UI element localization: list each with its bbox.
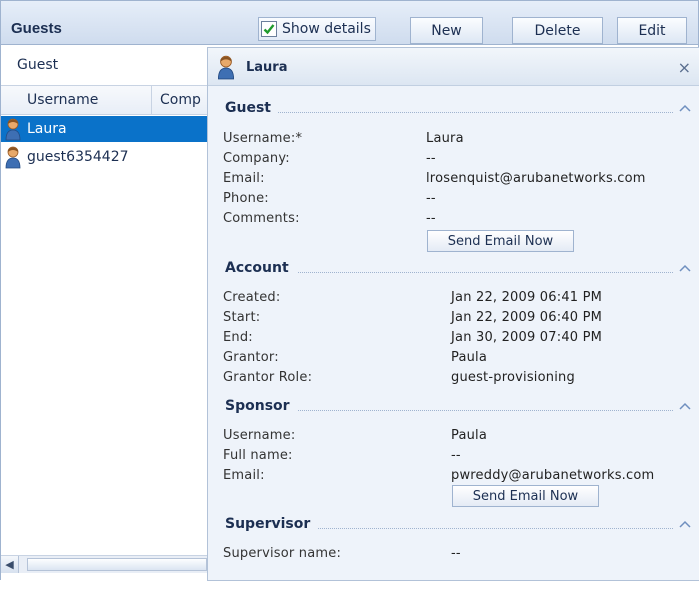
field-label: Username:* bbox=[223, 131, 303, 146]
horizontal-scrollbar[interactable]: ◀ bbox=[1, 555, 211, 573]
section-divider bbox=[278, 112, 673, 113]
field-label: Username: bbox=[223, 428, 296, 443]
field-value: Paula bbox=[451, 428, 488, 443]
field-value: -- bbox=[426, 151, 436, 166]
user-avatar-icon bbox=[216, 54, 236, 84]
field-value: Paula bbox=[451, 350, 488, 365]
field-label: Start: bbox=[223, 310, 261, 325]
field-value: -- bbox=[451, 546, 461, 561]
field-label: Email: bbox=[223, 171, 265, 186]
toolbar: Guests Show details New Delete Edit bbox=[1, 1, 698, 45]
detail-title: Laura bbox=[246, 60, 288, 75]
show-details-toggle[interactable]: Show details bbox=[258, 17, 376, 41]
table-row[interactable]: Laura bbox=[1, 116, 211, 142]
field-label: Phone: bbox=[223, 191, 269, 206]
field-value: Jan 22, 2009 06:40 PM bbox=[451, 310, 603, 325]
field-label: Comments: bbox=[223, 211, 300, 226]
delete-button[interactable]: Delete bbox=[512, 17, 603, 44]
section-title-guest: Guest bbox=[225, 100, 271, 116]
chevron-up-icon[interactable] bbox=[679, 520, 691, 528]
section-divider bbox=[298, 410, 673, 411]
user-avatar-icon bbox=[1, 144, 23, 170]
field-value: Jan 22, 2009 06:41 PM bbox=[451, 290, 603, 305]
field-label: Supervisor name: bbox=[223, 546, 342, 561]
section-title-sponsor: Sponsor bbox=[225, 398, 290, 414]
section-title-account: Account bbox=[225, 260, 289, 276]
field-value: Jan 30, 2009 07:40 PM bbox=[451, 330, 603, 345]
guests-window: Guests Show details New Delete Edit Gues… bbox=[0, 0, 699, 581]
field-label: Created: bbox=[223, 290, 281, 305]
table-row[interactable]: guest6354427 bbox=[1, 144, 211, 170]
section-title-supervisor: Supervisor bbox=[225, 516, 311, 532]
close-icon[interactable]: × bbox=[678, 58, 691, 77]
field-label: Email: bbox=[223, 468, 265, 483]
field-label: Grantor Role: bbox=[223, 370, 313, 385]
column-username[interactable]: Username bbox=[27, 92, 98, 108]
field-value: -- bbox=[451, 448, 461, 463]
field-value: guest-provisioning bbox=[451, 370, 575, 385]
list-group-header: Guest bbox=[17, 57, 59, 73]
section-divider bbox=[318, 528, 673, 529]
chevron-up-icon[interactable] bbox=[679, 104, 691, 112]
guest-list-panel: Guest Username Comp Laura guest6354427 ◀ bbox=[1, 45, 211, 581]
field-value: -- bbox=[426, 191, 436, 206]
send-email-now-button[interactable]: Send Email Now bbox=[427, 230, 574, 252]
edit-button[interactable]: Edit bbox=[617, 17, 687, 44]
row-username: Laura bbox=[27, 121, 67, 137]
scrollbar-thumb[interactable] bbox=[27, 558, 207, 571]
user-avatar-icon bbox=[1, 116, 23, 142]
row-username: guest6354427 bbox=[27, 149, 129, 165]
show-details-label: Show details bbox=[282, 21, 371, 37]
send-email-now-button[interactable]: Send Email Now bbox=[452, 485, 599, 507]
chevron-up-icon[interactable] bbox=[679, 402, 691, 410]
detail-header: Laura × bbox=[208, 48, 699, 86]
new-button[interactable]: New bbox=[410, 17, 483, 44]
show-details-checkbox[interactable] bbox=[261, 21, 277, 37]
field-label: Full name: bbox=[223, 448, 293, 463]
field-value: lrosenquist@arubanetworks.com bbox=[426, 171, 646, 186]
chevron-up-icon[interactable] bbox=[679, 264, 691, 272]
field-label: Grantor: bbox=[223, 350, 279, 365]
guest-detail-panel: Laura × Guest Username:* Company: Email:… bbox=[207, 47, 699, 581]
field-label: Company: bbox=[223, 151, 290, 166]
field-value: Laura bbox=[426, 131, 464, 146]
field-label: End: bbox=[223, 330, 253, 345]
scroll-left-icon[interactable]: ◀ bbox=[1, 556, 19, 573]
checkmark-icon bbox=[263, 24, 275, 35]
field-value: pwreddy@arubanetworks.com bbox=[451, 468, 655, 483]
page-title: Guests bbox=[11, 20, 62, 37]
field-value: -- bbox=[426, 211, 436, 226]
column-company[interactable]: Comp bbox=[151, 86, 211, 114]
section-divider bbox=[298, 272, 673, 273]
list-column-header: Username Comp bbox=[1, 85, 211, 115]
